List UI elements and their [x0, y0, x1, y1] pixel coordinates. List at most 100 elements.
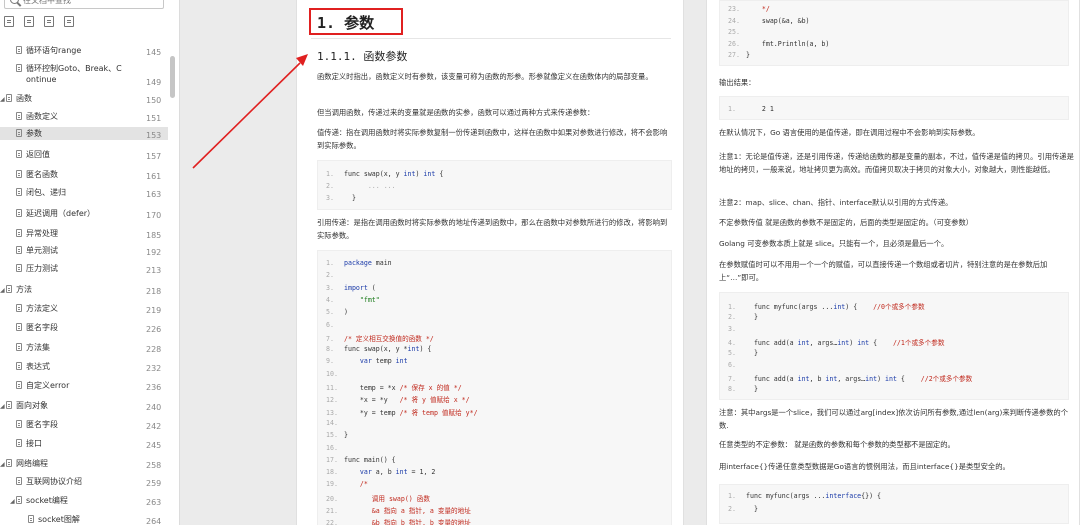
toc-item[interactable]: 返回值 157 — [0, 148, 168, 161]
bookmark-page-icon — [16, 64, 22, 72]
search-input[interactable] — [23, 0, 159, 7]
toc-item[interactable]: 参数 153 — [0, 127, 168, 140]
code-line: 3. } — [326, 194, 356, 202]
paragraph: 注意：其中args是一个slice，我们可以通过arg[index]依次访问所有… — [719, 408, 1068, 430]
code-block: 1. package main 2. 3. import (4. "fmt" 5.) 6. 7… — [317, 250, 672, 525]
paragraph: 值传递：指在调用函数时将实际参数复制一份传递到函数中，这样在函数中如果对参数进行… — [317, 128, 668, 150]
bookmark-page-icon — [16, 362, 22, 370]
toc-item[interactable]: 循环控制Goto、Break、C ontinue 149 — [0, 62, 168, 90]
outline-view-icon[interactable] — [4, 16, 14, 27]
toc-sidebar: 循环语句range 145 循环控制Goto、Break、C ontinue 149 ◢… — [0, 0, 180, 525]
search-box[interactable] — [4, 0, 164, 9]
bookmark-icon[interactable] — [44, 16, 54, 27]
bookmark-page-icon — [16, 381, 22, 389]
bookmark-page-icon — [16, 496, 22, 504]
bookmark-page-icon — [16, 229, 22, 237]
toc-item[interactable]: ◢ 方法 218 — [0, 283, 168, 296]
toc-page-number: 264 — [146, 517, 162, 525]
bookmark-page-icon — [16, 420, 22, 428]
code-line: 11. temp = *x /* 保存 x 的值 */ — [326, 384, 462, 392]
code-line: 5.) — [326, 308, 348, 317]
expand-toggle-icon[interactable]: ◢ — [0, 94, 5, 105]
toc-item[interactable]: 闭包、递归 163 — [0, 186, 168, 199]
search-icon — [10, 0, 19, 4]
toc-item[interactable]: 单元测试 192 — [0, 244, 168, 257]
toc-item[interactable]: 循环语句range 145 — [0, 44, 168, 57]
toc-item-label: socket编程 — [26, 496, 68, 505]
toc-item-label: 循环控制Goto、Break、C ontinue — [26, 64, 122, 84]
bookmark-page-icon — [16, 439, 22, 447]
bookmark-page-icon — [6, 285, 12, 293]
sidebar-toolbar — [4, 16, 74, 30]
bookmark-page-icon — [28, 515, 34, 523]
toc-item[interactable]: ◢ 网络编程 258 — [0, 457, 168, 470]
toc-item-label: 函数 — [16, 94, 32, 103]
toc-page-number: 240 — [146, 403, 162, 412]
paragraph: 用interface{}传递任意类型数据是Go语言的惯例用法，而且interfa… — [719, 462, 1010, 471]
toc-page-number: 163 — [146, 190, 162, 199]
toc-item-label: 方法集 — [26, 343, 50, 352]
code-block: 1. func swap(x, y int) int {2. ... ... 3. … — [317, 160, 672, 210]
code-line: 25. — [728, 28, 740, 36]
expand-toggle-icon[interactable]: ◢ — [0, 401, 5, 412]
toc-item[interactable]: socket图解 264 — [0, 513, 168, 525]
toc-item[interactable]: ◢ 面向对象 240 — [0, 399, 168, 412]
code-line: 1. 2 1 — [728, 105, 774, 113]
toc-page-number: 153 — [146, 131, 162, 140]
toc-item[interactable]: 匿名字段 242 — [0, 418, 168, 431]
toc-item[interactable]: 方法集 228 — [0, 341, 168, 354]
bookmark-page-icon — [16, 477, 22, 485]
bookmark-page-icon — [16, 170, 22, 178]
page-title: 1. 参数 — [317, 14, 375, 32]
toc-item[interactable]: 互联网协议介绍 259 — [0, 475, 168, 488]
toc-item[interactable]: 匿名字段 226 — [0, 321, 168, 334]
toc-item[interactable]: 方法定义 219 — [0, 302, 168, 315]
toc-item[interactable]: 接口 245 — [0, 437, 168, 450]
toc-item[interactable]: 自定义error 236 — [0, 379, 168, 392]
bookmark-page-icon — [6, 401, 12, 409]
bookmark-page-icon — [16, 323, 22, 331]
toc-item[interactable]: ◢ socket编程 263 — [0, 494, 168, 507]
code-line: 22. &b 指向 b 指针, b 变量的地址 — [326, 519, 471, 525]
arrow-line — [192, 62, 301, 169]
toc-page-number: 219 — [146, 306, 162, 315]
toc-item-label: 网络编程 — [16, 459, 48, 468]
bookmark-page-icon — [16, 150, 22, 158]
code-line: 1. func myfunc(args ...int) { //0个或多个参数 — [728, 303, 925, 311]
code-line: 2. } — [728, 313, 758, 321]
code-line: 3. — [728, 325, 736, 333]
toc-page-number: 218 — [146, 287, 162, 296]
paragraph: 引用传递：是指在调用函数时将实际参数的地址传递到函数中，那么在函数中对参数所进行… — [317, 218, 668, 240]
expand-toggle-icon[interactable]: ◢ — [0, 459, 5, 470]
expand-toggle-icon[interactable]: ◢ — [0, 285, 5, 296]
paragraph: 注意2：map、slice、chan、指针、interface默认以引用的方式传… — [719, 198, 953, 207]
bookmark-page-icon — [6, 459, 12, 467]
section-heading: 1.1.1. 函数参数 — [317, 50, 408, 63]
thumbnail-view-icon[interactable] — [24, 16, 34, 27]
toc-item-label: 延迟调用（defer） — [26, 209, 96, 218]
toc-item-label: 匿名函数 — [26, 170, 58, 179]
toc-item-label: 方法 — [16, 285, 32, 294]
paragraph: 但当调用函数，传递过来的变量就是函数的实参，函数可以通过两种方式来传递参数： — [317, 108, 595, 117]
code-line: 1. package main — [326, 259, 392, 267]
expand-toggle-icon[interactable]: ◢ — [10, 496, 15, 507]
toc-item-label: 异常处理 — [26, 229, 58, 238]
toc-item[interactable]: 表达式 232 — [0, 360, 168, 373]
toc-item[interactable]: ◢ 函数 150 — [0, 92, 168, 105]
toc-item[interactable]: 延迟调用（defer） 170 — [0, 207, 168, 220]
toc-item-label: 表达式 — [26, 362, 50, 371]
code-line: 2. } — [728, 505, 758, 513]
toc-item[interactable]: 匿名函数 161 — [0, 168, 168, 181]
toc-item[interactable]: 函数定义 151 — [0, 110, 168, 123]
code-line: 14. — [326, 418, 338, 427]
bookmark-page-icon — [16, 46, 22, 54]
toc-item[interactable]: 异常处理 185 — [0, 227, 168, 240]
bookmark-page-icon — [16, 343, 22, 351]
code-line: 9. var temp int — [326, 357, 408, 366]
annotation-icon[interactable] — [64, 16, 74, 27]
bookmark-page-icon — [16, 304, 22, 312]
code-line: 26. fmt.Println(a, b) — [728, 39, 830, 48]
sidebar-scrollbar[interactable] — [170, 56, 175, 98]
toc-page-number: 145 — [146, 48, 162, 57]
toc-item[interactable]: 压力测试 213 — [0, 262, 168, 275]
